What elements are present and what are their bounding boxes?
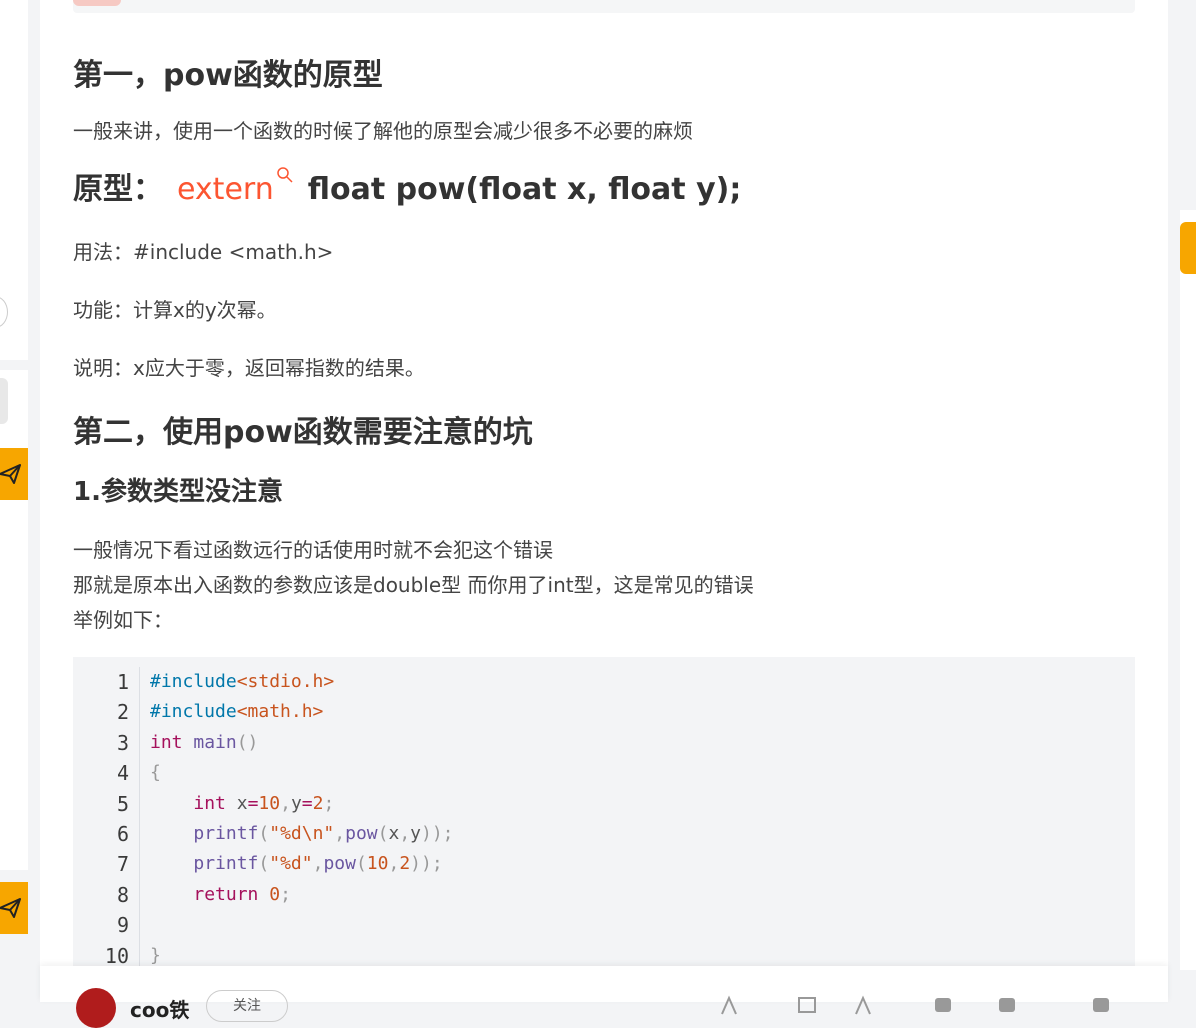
like-icon[interactable] — [718, 994, 740, 1016]
para-line-2: 那就是原本出入函数的参数应该是double型 而你用了int型，这是常见的错误 — [73, 573, 754, 597]
line-numbers: 1 2 3 4 5 6 7 8 9 10 — [73, 667, 140, 971]
right-sidebar — [1180, 210, 1196, 970]
favorite-icon[interactable] — [852, 994, 874, 1016]
prototype-line: 原型： extern float pow(float x, float y); — [73, 164, 741, 208]
code-line: return 0; — [193, 883, 291, 905]
line-number: 8 — [116, 882, 129, 907]
author-name[interactable]: coo铁 — [130, 994, 189, 1023]
sidebar-send-button[interactable] — [0, 448, 28, 500]
prototype-label: 原型： — [73, 172, 163, 207]
share-icon[interactable] — [996, 994, 1018, 1016]
prototype-signature: float pow(float x, float y); — [307, 172, 742, 207]
left-sidebar — [0, 0, 28, 1002]
search-icon — [276, 167, 293, 183]
code-line: #include<math.h> — [150, 701, 324, 723]
line-number: 2 — [116, 700, 129, 725]
sidebar-send-button-2[interactable] — [0, 882, 28, 934]
article-body: 第一，pow函数的原型 一般来讲，使用一个函数的时候了解他的原型会减少很多不必要… — [40, 0, 1168, 1002]
code-line: int x=10,y=2; — [193, 792, 335, 814]
usage-text: 用法：#include <math.h> — [73, 240, 334, 264]
line-number: 4 — [116, 761, 129, 786]
more-icon[interactable] — [1090, 994, 1112, 1016]
code-line: { — [150, 762, 161, 784]
tag-accent — [73, 0, 121, 6]
author-toolbar: coo铁 关注 — [40, 966, 1168, 1028]
subheading-param-type: 1.参数类型没注意 — [73, 477, 283, 507]
extern-keyword-link[interactable]: extern — [177, 167, 293, 207]
sidebar-panel-2 — [0, 370, 28, 870]
description-text: 说明：x应大于零，返回幂指数的结果。 — [73, 356, 425, 380]
heading-pitfalls: 第二，使用pow函数需要注意的坑 — [73, 415, 533, 450]
line-number: 7 — [116, 852, 129, 877]
article-top-bar — [73, 0, 1135, 13]
paper-plane-icon — [0, 898, 21, 918]
comment-icon[interactable] — [932, 994, 954, 1016]
code-block[interactable]: 1 2 3 4 5 6 7 8 9 10 #include<stdio.h> #… — [73, 657, 1135, 977]
function-text: 功能：计算x的y次幂。 — [73, 298, 277, 322]
code-line: printf("%d\n",pow(x,y)); — [193, 822, 454, 844]
line-number: 5 — [116, 791, 129, 816]
sidebar-tab[interactable] — [0, 378, 8, 424]
code-lines: #include<stdio.h> #include<math.h> int m… — [150, 667, 454, 971]
code-line: int main() — [150, 731, 259, 753]
para-line-3: 举例如下： — [73, 608, 173, 632]
line-number: 9 — [116, 913, 129, 938]
paper-plane-icon — [0, 464, 21, 484]
line-number: 6 — [116, 821, 129, 846]
right-sidebar-tab[interactable] — [1180, 222, 1196, 274]
follow-button[interactable]: 关注 — [206, 990, 288, 1022]
para-line-1: 一般情况下看过函数远行的话使用时就不会犯这个错误 — [73, 538, 553, 562]
dislike-icon[interactable] — [796, 994, 818, 1016]
intro-text: 一般来讲，使用一个函数的时候了解他的原型会减少很多不必要的麻烦 — [73, 119, 693, 143]
line-number: 1 — [116, 670, 129, 694]
code-line: printf("%d",pow(10,2)); — [193, 853, 443, 875]
code-line: #include<stdio.h> — [150, 671, 335, 692]
heading-prototype: 第一，pow函数的原型 — [73, 58, 383, 93]
extern-keyword: extern — [177, 172, 274, 207]
avatar[interactable] — [76, 988, 116, 1028]
line-number: 3 — [116, 730, 129, 755]
